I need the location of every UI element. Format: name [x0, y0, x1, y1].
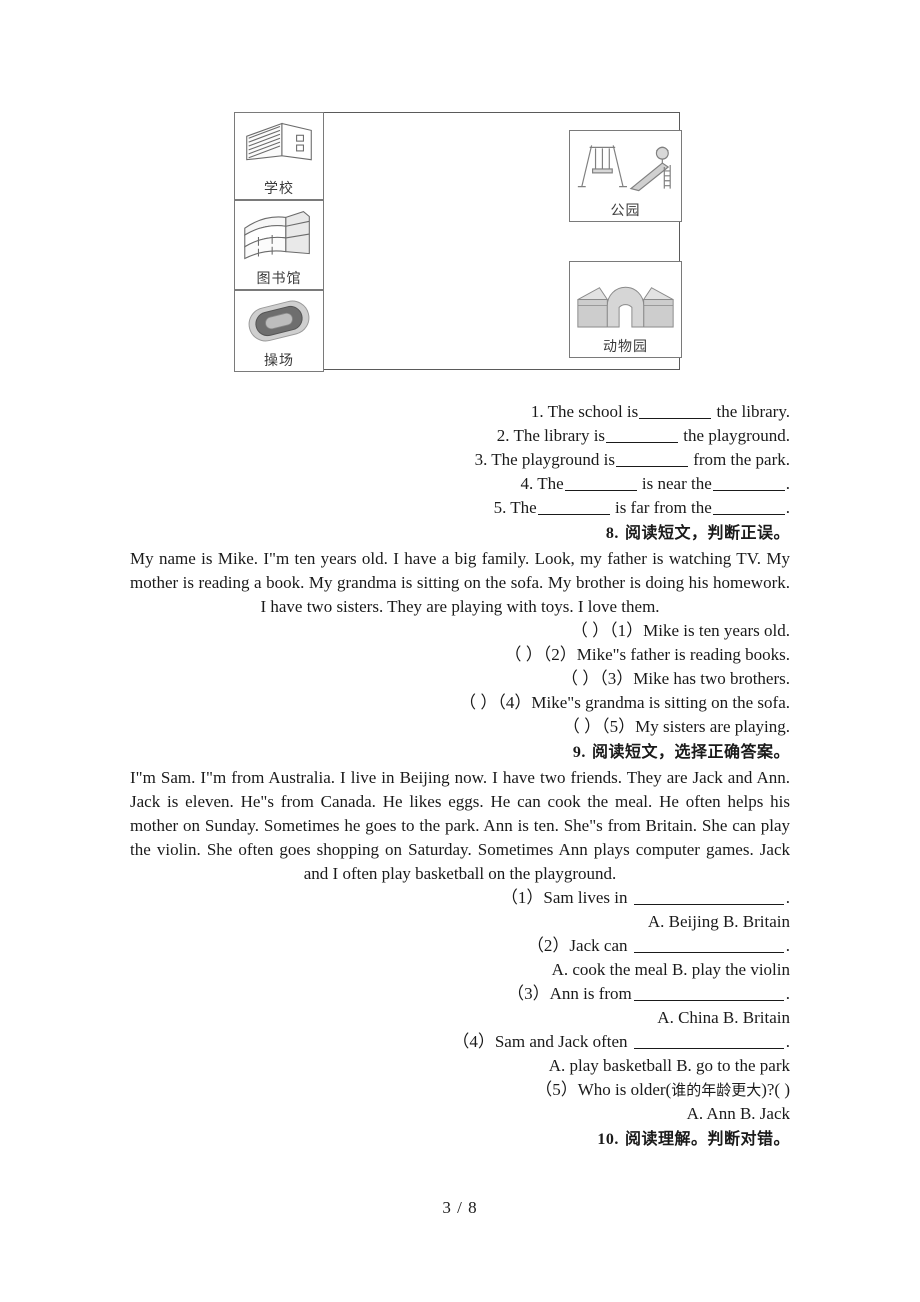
question-8-number: 8.: [605, 525, 619, 542]
zoo-gate-icon: [577, 286, 674, 328]
question-9-number: 9.: [572, 744, 586, 761]
fill-item-3: 3. The playground is from the park.: [130, 448, 790, 472]
school-building-icon: [246, 122, 312, 161]
q9-item-1-stem: （1）Sam lives in .: [130, 886, 790, 910]
map-cell-school: 学校: [234, 112, 324, 200]
playground-track-icon: [248, 300, 310, 342]
q9-item-1-blank[interactable]: [633, 888, 784, 905]
q8-item-5[interactable]: （ ）（5）My sisters are playing.: [130, 715, 790, 739]
q8-item-4[interactable]: （ ）（4）Mike"s grandma is sitting on the s…: [130, 691, 790, 715]
q9-item-2-tail: .: [785, 936, 790, 955]
fill-item-2-suffix: the playground.: [683, 426, 790, 445]
fill-item-2: 2. The library is the playground.: [130, 424, 790, 448]
fill-item-3-blank[interactable]: [615, 450, 688, 467]
fill-item-4-prefix: 4. The: [520, 474, 564, 493]
map-cell-playground: 操场: [234, 290, 324, 372]
q9-item-4-options[interactable]: A. play basketball B. go to the park: [130, 1054, 790, 1078]
fill-item-5-middle: is far from the: [614, 498, 712, 517]
fill-item-5-blank-b[interactable]: [712, 498, 785, 515]
q9-item-4-tail: .: [785, 1032, 790, 1051]
fill-item-4-middle: is near the: [641, 474, 712, 493]
map-cell-playground-label: 操场: [264, 353, 294, 369]
fill-item-5-blank-a[interactable]: [537, 498, 610, 515]
q8-item-3[interactable]: （ ）（3）Mike has two brothers.: [130, 667, 790, 691]
question-9-passage: I"m Sam. I"m from Australia. I live in B…: [130, 768, 790, 883]
q9-item-5-stem-before: （5）Who is older(: [535, 1080, 672, 1099]
map-cell-library-label: 图书馆: [256, 271, 302, 287]
q8-item-2[interactable]: （ ）（2）Mike"s father is reading books.: [130, 643, 790, 667]
q8-item-1[interactable]: （ ）（1）Mike is ten years old.: [130, 619, 790, 643]
worksheet-page: 学校 图书馆 操场 公园 动物园 1. The school is the li…: [0, 0, 920, 1302]
q9-item-4-stem-text: （4）Sam and Jack often: [452, 1032, 628, 1051]
fill-item-2-blank[interactable]: [606, 426, 679, 443]
question-8-passage: My name is Mike. I"m ten years old. I ha…: [130, 549, 790, 616]
fill-item-1-blank[interactable]: [639, 402, 712, 419]
q9-item-1-tail: .: [785, 888, 790, 907]
fill-item-4: 4. The is near the.: [130, 472, 790, 496]
q9-item-5-stem-chinese: 谁的年龄更大: [671, 1081, 762, 1099]
q9-item-5-options[interactable]: A. Ann B. Jack: [130, 1102, 790, 1126]
map-cell-park: 公园: [569, 130, 682, 222]
q9-item-3-stem: （3）Ann is from.: [130, 982, 790, 1006]
q9-item-2-blank[interactable]: [633, 936, 784, 953]
fill-item-5-prefix: 5. The: [493, 498, 537, 517]
q9-item-1-stem-text: （1）Sam lives in: [500, 888, 628, 907]
fill-item-4-suffix: .: [785, 474, 790, 493]
fill-item-5-suffix: .: [785, 498, 790, 517]
q9-item-3-blank[interactable]: [633, 984, 784, 1001]
q9-item-5-stem-after: )?( ): [761, 1080, 790, 1099]
page-number-footer: 3 / 8: [442, 1198, 478, 1217]
q9-item-3-stem-text: （3）Ann is from: [507, 984, 632, 1003]
worksheet-body: 1. The school is the library. 2. The lib…: [130, 400, 790, 1153]
q9-item-5-stem[interactable]: （5）Who is older(谁的年龄更大)?( ): [130, 1078, 790, 1102]
map-cell-school-label: 学校: [264, 181, 294, 197]
map-cell-zoo-label: 动物园: [603, 339, 648, 355]
fill-item-3-suffix: from the park.: [693, 450, 790, 469]
fill-item-5: 5. The is far from the.: [130, 496, 790, 520]
q9-item-1-options[interactable]: A. Beijing B. Britain: [130, 910, 790, 934]
q9-item-4-stem: （4）Sam and Jack often .: [130, 1030, 790, 1054]
q9-item-2-stem-text: （2）Jack can: [526, 936, 628, 955]
q9-item-2-stem: （2）Jack can .: [130, 934, 790, 958]
map-cell-zoo: 动物园: [569, 261, 682, 358]
fill-item-1-suffix: the library.: [716, 402, 790, 421]
question-8-heading-text: 阅读短文，判断正误。: [624, 523, 790, 542]
q9-item-3-tail: .: [785, 984, 790, 1003]
fill-item-1: 1. The school is the library.: [130, 400, 790, 424]
question-10-number: 10.: [597, 1131, 619, 1148]
question-8-heading: 8. 阅读短文，判断正误。: [130, 520, 790, 547]
library-building-icon: [244, 210, 310, 260]
fill-item-4-blank-a[interactable]: [564, 474, 637, 491]
fill-item-3-prefix: 3. The playground is: [474, 450, 615, 469]
park-swing-slide-icon: [577, 145, 671, 192]
question-10-heading-text: 阅读理解。判断对错。: [624, 1129, 790, 1148]
map-cell-park-label: 公园: [610, 203, 641, 219]
fill-item-4-blank-b[interactable]: [712, 474, 785, 491]
fill-item-1-prefix: 1. The school is: [530, 402, 639, 421]
neighbourhood-map-diagram: 学校 图书馆 操场 公园 动物园: [234, 112, 682, 372]
q9-item-4-blank[interactable]: [633, 1032, 784, 1049]
map-cell-library: 图书馆: [234, 200, 324, 290]
question-10-heading: 10. 阅读理解。判断对错。: [130, 1126, 790, 1153]
fill-item-2-prefix: 2. The library is: [496, 426, 606, 445]
question-9-heading-text: 阅读短文，选择正确答案。: [591, 742, 790, 761]
q9-item-2-options[interactable]: A. cook the meal B. play the violin: [130, 958, 790, 982]
q9-item-3-options[interactable]: A. China B. Britain: [130, 1006, 790, 1030]
question-9-heading: 9. 阅读短文，选择正确答案。: [130, 739, 790, 766]
